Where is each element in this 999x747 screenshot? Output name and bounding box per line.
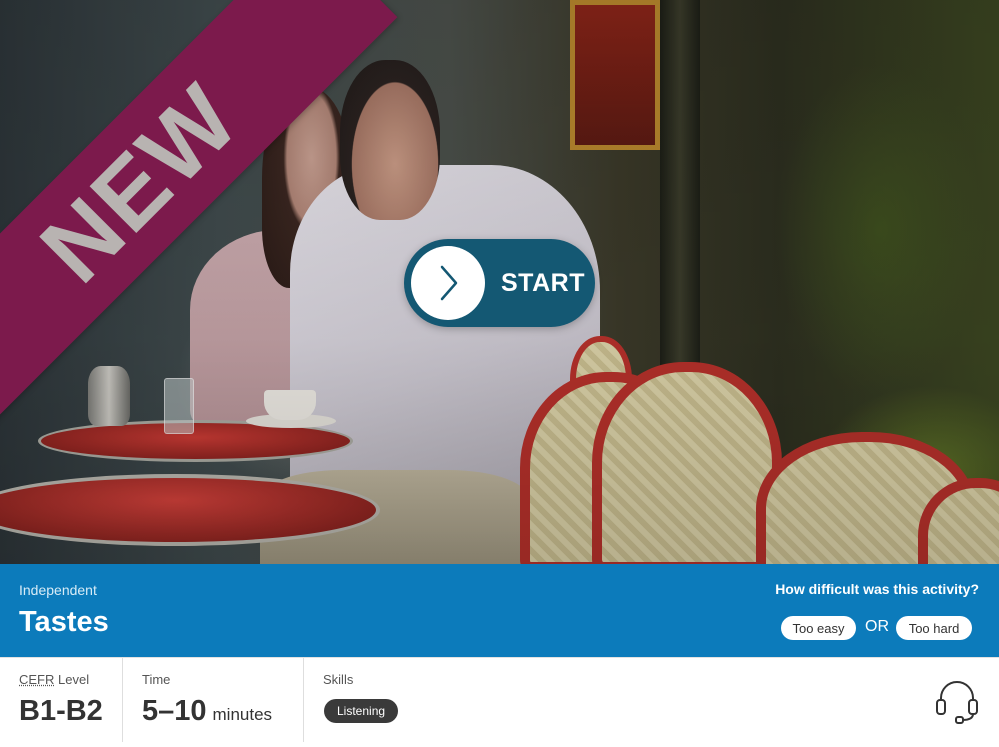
time-label: Time [142,672,171,687]
activity-title: Tastes [19,606,109,638]
activity-info-bar: Independent Tastes How difficult was thi… [0,564,999,657]
skills-label: Skills [323,672,354,687]
chevron-right-icon [411,246,485,320]
time-range: 5–10 [142,695,207,727]
start-button-label: START [501,268,585,297]
cefr-abbreviation: CEFR [19,672,55,687]
difficulty-question: How difficult was this activity? [775,581,979,597]
cefr-level-value: B1-B2 [19,695,103,727]
cefr-level-label: CEFR Level [19,672,89,687]
too-hard-button[interactable]: Too hard [896,616,972,640]
start-button[interactable]: START [404,239,595,327]
or-separator: OR [865,618,889,635]
time-value: 5–10 minutes [142,695,272,728]
time-stat: Time 5–10 minutes [123,658,304,742]
skills-stat: Skills Listening [304,658,704,742]
headset-icon [936,681,978,724]
time-unit: minutes [212,705,273,724]
cefr-level-stat: CEFR Level B1-B2 [0,658,123,742]
cefr-level-label-suffix: Level [54,672,90,687]
activity-category: Independent [19,582,97,598]
too-easy-button[interactable]: Too easy [781,616,856,640]
activity-stats: CEFR Level B1-B2 Time 5–10 minutes Skills… [0,657,999,747]
skill-badge-listening: Listening [324,699,399,723]
activity-hero-image: NEW START [0,0,999,564]
